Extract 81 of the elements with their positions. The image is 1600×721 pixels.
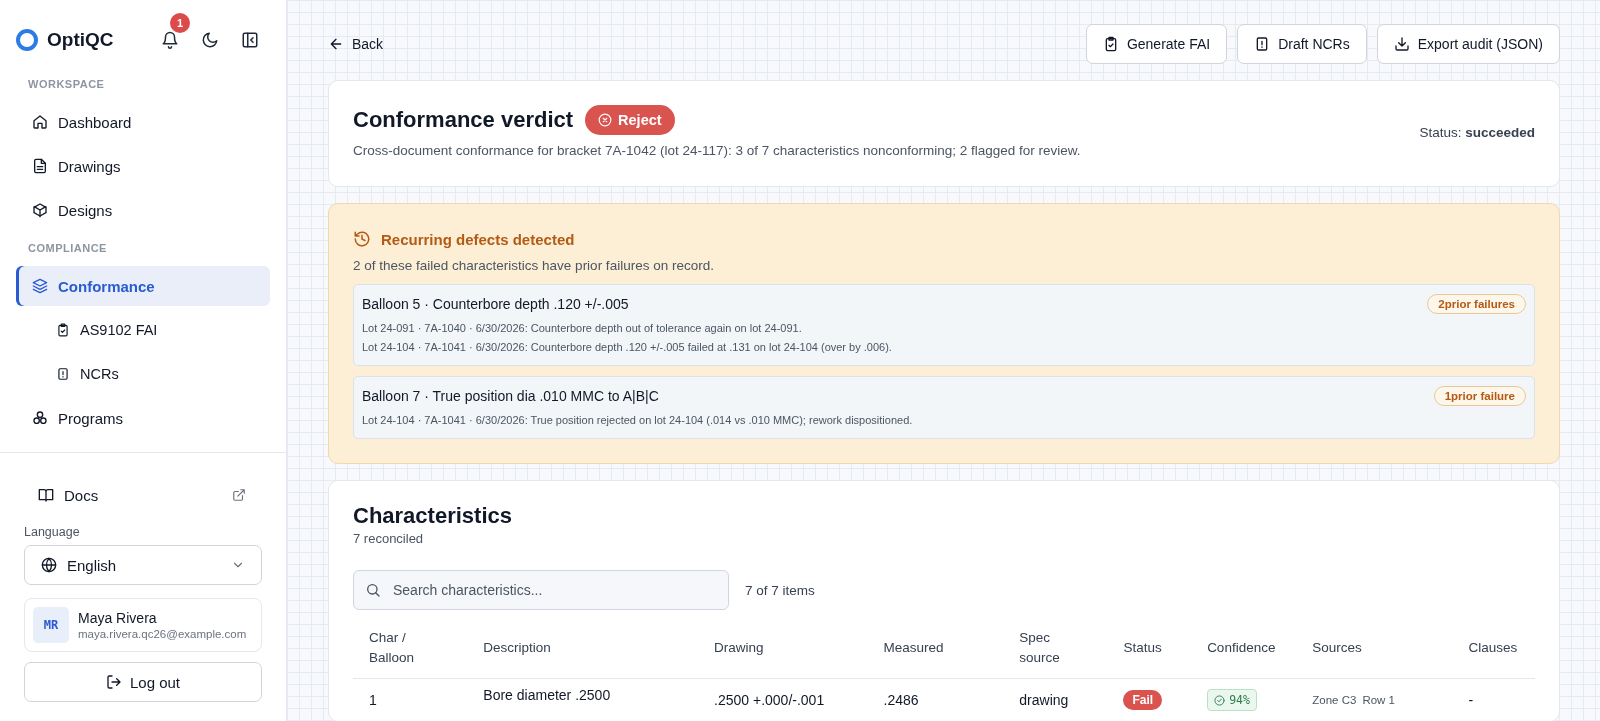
table-cell: Bore diameter .2500	[467, 678, 699, 721]
prior-failures-badge: 2prior failures	[1427, 294, 1526, 314]
document-icon	[32, 158, 48, 174]
docs-link[interactable]: Docs	[24, 475, 262, 515]
clipboard-check-icon	[56, 323, 70, 337]
action-button[interactable]: Draft NCRs	[1237, 24, 1367, 64]
nav-item[interactable]: Conformance	[16, 266, 270, 306]
nav-item[interactable]: Designs	[16, 190, 270, 230]
brand-name: OptiQC	[47, 29, 115, 51]
column-header: Clauses	[1452, 624, 1535, 679]
history-icon	[353, 230, 371, 248]
user-avatar: MR	[33, 607, 69, 643]
source-reference: Zone C3	[1312, 694, 1357, 706]
moon-icon	[201, 31, 219, 49]
table-cell: -	[1452, 678, 1535, 721]
status-badge: Fail	[1123, 690, 1163, 710]
book-icon	[38, 487, 54, 503]
column-header: Char / Balloon	[353, 624, 468, 679]
check-circle-icon	[1214, 694, 1226, 706]
characteristics-count: 7 reconciled	[353, 531, 425, 546]
ring-logo-icon	[15, 28, 39, 52]
logout-button[interactable]: Log out	[24, 662, 262, 702]
alert-file-icon	[56, 367, 70, 381]
panel-left-icon	[241, 31, 259, 49]
nav-item[interactable]: NCRs	[16, 354, 270, 394]
column-header: Spec source	[1003, 624, 1108, 679]
column-header: Sources	[1296, 624, 1453, 679]
search-icon	[365, 582, 381, 598]
back-button[interactable]: Back	[328, 36, 384, 52]
verdict-title: Conformance verdict	[353, 107, 574, 133]
user-name: Maya Rivera	[78, 610, 158, 626]
table-cell: drawing	[1003, 678, 1108, 721]
prior-failure-note: Lot 24-091 · 7A-1040 · 6/30/2026: Counterbore depth out of tolerance again on lot 24-091.	[362, 321, 803, 336]
item-count: 7 of 7 items	[745, 582, 815, 598]
action-button[interactable]: Export audit (JSON)	[1376, 24, 1560, 64]
external-link-icon	[232, 488, 246, 502]
house-icon	[32, 114, 48, 130]
table-cell: .2500 +.000/-.001	[698, 678, 868, 721]
globe-icon	[41, 557, 57, 573]
characteristics-title: Characteristics	[353, 503, 513, 529]
arrow-left-icon	[328, 36, 344, 52]
column-header: Measured	[867, 624, 1004, 679]
prior-failure-note: Lot 24-104 · 7A-1041 · 6/30/2026: Counterbore depth .120 +/-.005 failed at .131 on lot 24-104 (over by .006).	[362, 340, 893, 355]
language-select[interactable]: English	[24, 545, 262, 585]
defect-title: Balloon 7 · True position dia .010 MMC to A|B|C	[362, 388, 659, 404]
status-value: succeeded	[1465, 125, 1535, 140]
defect-title: Balloon 5 · Counterbore depth .120 +/-.005	[362, 296, 629, 312]
table-cell: 1	[353, 678, 468, 721]
action-button[interactable]: Generate FAI	[1085, 24, 1228, 64]
column-header: Status	[1107, 624, 1192, 679]
logout-icon	[105, 674, 122, 690]
nav-item[interactable]: Dashboard	[16, 102, 270, 142]
user-email: maya.rivera.qc26@example.com	[78, 628, 247, 640]
nav-section-heading: WORKSPACE	[27, 77, 106, 92]
column-header: Description	[467, 624, 699, 679]
confidence-badge: 94%	[1207, 689, 1257, 711]
nav-item[interactable]: Drawings	[16, 146, 270, 186]
source-reference: Row 1	[1362, 694, 1395, 706]
prior-failure-note: Lot 24-104 · 7A-1041 · 6/30/2026: True position rejected on lot 24-104 (.014 vs .010 MMC); rework dispositioned.	[362, 413, 914, 428]
recurring-summary: 2 of these failed characteristics have prior failures on record.	[353, 258, 715, 273]
boxes-icon	[32, 410, 48, 426]
nav-section-heading: COMPLIANCE	[27, 241, 108, 256]
cube-icon	[32, 202, 48, 218]
status-label: Status:	[1419, 125, 1462, 140]
prior-failures-badge: 1prior failure	[1433, 386, 1526, 406]
layers-icon	[32, 278, 48, 294]
search-field[interactable]: Search characteristics...	[353, 570, 729, 610]
nav-item[interactable]: Programs	[16, 398, 270, 438]
bell-icon	[161, 30, 179, 49]
x-circle-icon	[598, 113, 613, 127]
nav-item[interactable]: AS9102 FAI	[16, 310, 270, 350]
table-cell: .2486	[867, 678, 1004, 721]
column-header: Drawing	[698, 624, 868, 679]
language-label: Language	[24, 525, 81, 539]
verdict-summary: Cross-document conformance for bracket 7A-1042 (lot 24-117): 3 of 7 characteristics nonconforming; 2 flagged for review.	[353, 143, 1082, 158]
notifications-button[interactable]: 1	[150, 13, 190, 57]
recurring-title: Recurring defects detected	[381, 230, 575, 248]
verdict-badge: Reject	[585, 105, 675, 135]
notification-count: 1	[170, 13, 190, 33]
column-header: Confidence	[1191, 624, 1297, 679]
download-icon	[1393, 36, 1410, 52]
